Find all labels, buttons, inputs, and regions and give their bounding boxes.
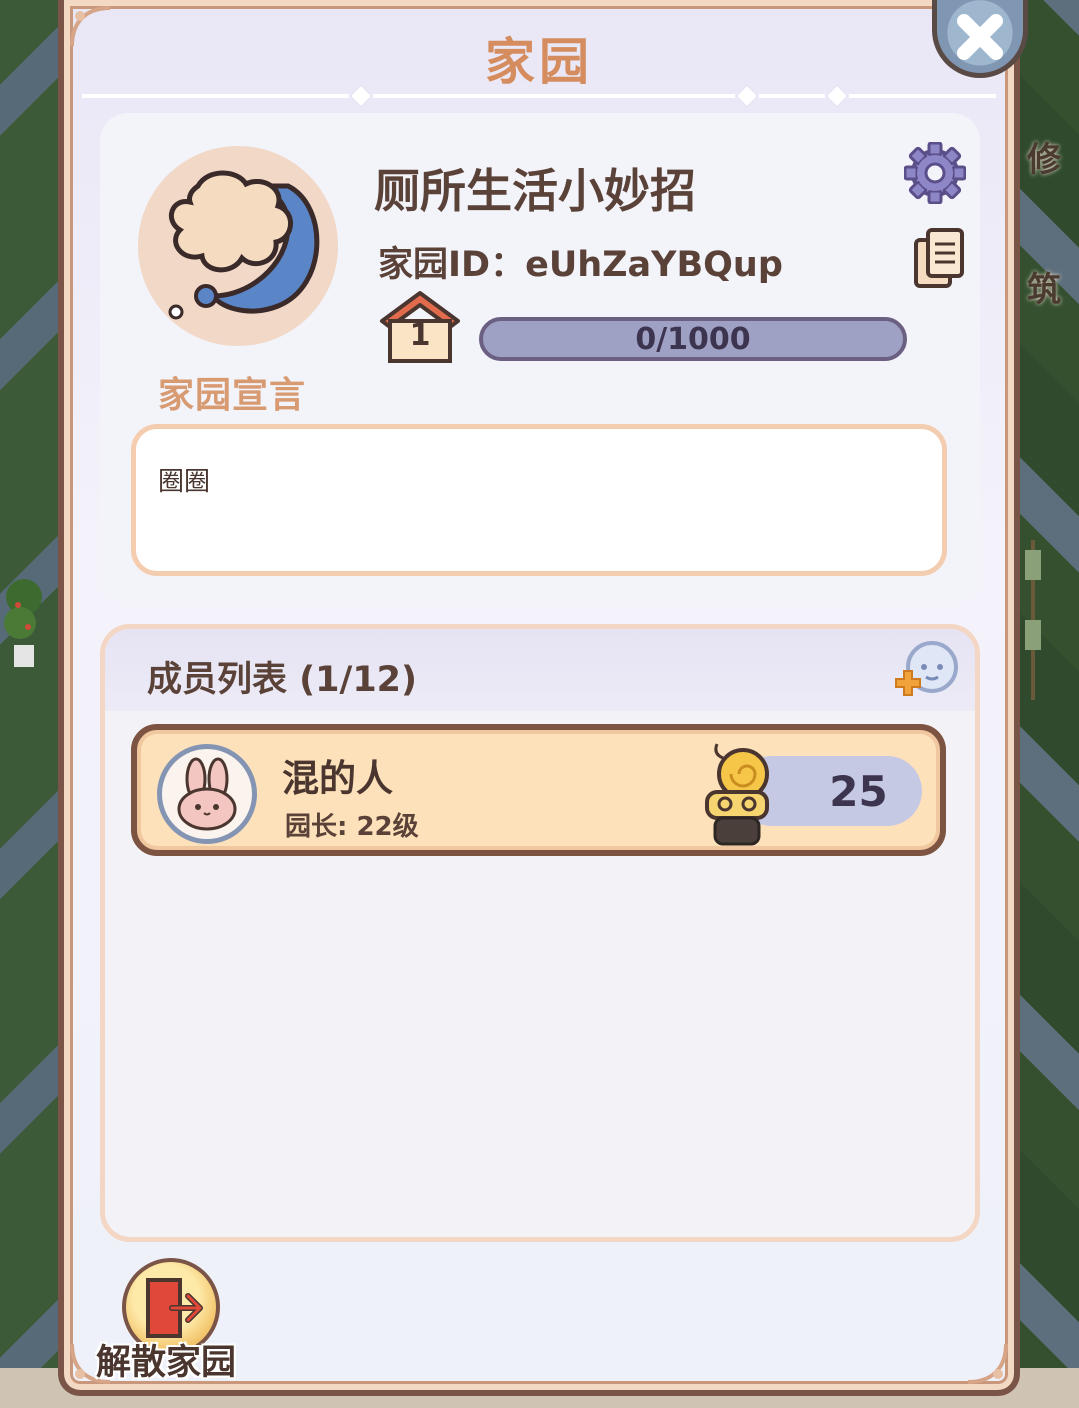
progress-text: 0/1000 <box>635 321 751 357</box>
gear-icon[interactable] <box>904 142 966 204</box>
title-divider <box>82 94 996 98</box>
copy-icon[interactable] <box>912 228 966 290</box>
member-score: 25 <box>829 766 888 816</box>
potted-tree-decoration <box>4 579 42 667</box>
avatar <box>157 744 257 844</box>
dissolve-home-label[interactable]: 解散家园 <box>96 1334 236 1385</box>
panel-title: 家园 <box>485 33 593 91</box>
members-title: 成员列表 (1/12) <box>147 660 418 700</box>
home-exp-progress: 0/1000 <box>479 317 907 361</box>
members-card: 成员列表 (1/12) <box>100 624 980 1242</box>
cloud-emblem-icon <box>168 170 320 320</box>
close-icon <box>957 13 1003 60</box>
home-id: 家园ID：eUhZaYBQup <box>378 245 783 285</box>
member-row[interactable]: 混的人 园长: 22级 25 <box>131 724 946 856</box>
snail-icon <box>705 743 769 846</box>
home-level: 1 <box>409 318 431 353</box>
home-emblem[interactable] <box>138 146 338 346</box>
add-member-icon[interactable] <box>888 639 960 701</box>
bunny-avatar-icon <box>177 757 237 831</box>
corner-ornament-icon <box>967 1343 1008 1384</box>
motto-box[interactable]: 圈圈 <box>131 424 947 576</box>
member-name: 混的人 <box>282 757 393 800</box>
side-label-repair: 修 <box>1027 140 1061 180</box>
home-name: 厕所生活小妙招 <box>374 164 696 218</box>
lamp-post-decoration <box>1025 540 1041 700</box>
motto-label: 家园宣言 <box>158 375 307 416</box>
members-header: 成员列表 (1/12) <box>105 629 975 711</box>
motto-text: 圈圈 <box>158 467 211 497</box>
side-label-build: 筑 <box>1027 270 1061 310</box>
member-role: 园长: 22级 <box>285 812 419 842</box>
